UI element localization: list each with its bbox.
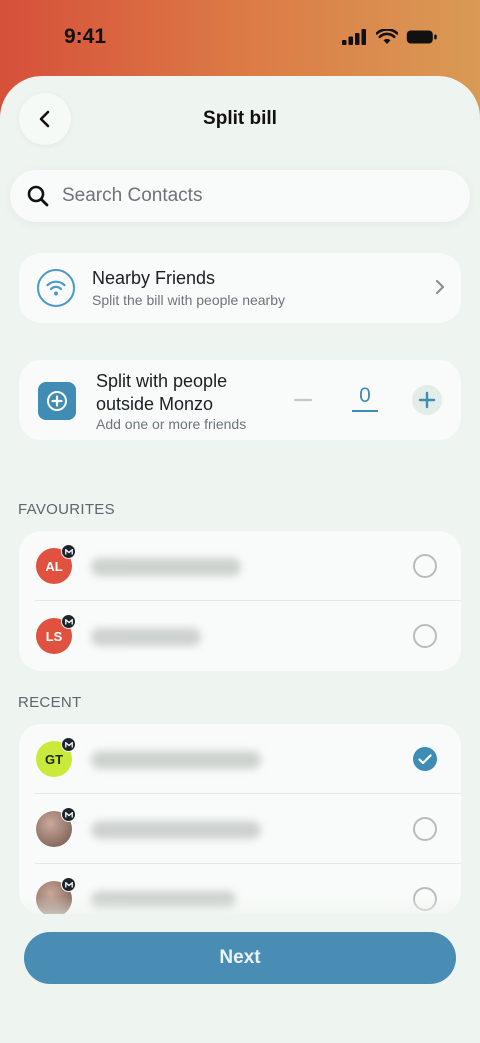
monzo-badge-icon xyxy=(61,737,76,752)
signal-icon xyxy=(342,29,366,45)
favourites-list: AL LS xyxy=(19,531,461,671)
select-radio[interactable] xyxy=(413,817,437,841)
split-outside-monzo-row: Split with people outside Monzo Add one … xyxy=(19,360,461,440)
select-radio[interactable] xyxy=(413,554,437,578)
contact-name-redacted xyxy=(91,628,201,646)
outside-subtitle: Add one or more friends xyxy=(96,416,247,432)
outside-title-line1: Split with people xyxy=(96,371,228,391)
minus-icon xyxy=(293,398,313,402)
contact-row[interactable]: LS xyxy=(19,601,461,671)
status-bar: 9:41 xyxy=(0,0,480,76)
recent-list: GT xyxy=(19,724,461,914)
page-title: Split bill xyxy=(203,108,277,129)
monzo-badge-icon xyxy=(61,544,76,559)
contact-name-redacted xyxy=(91,821,261,839)
contact-row[interactable]: AL xyxy=(19,531,461,601)
favourites-label: FAVOURITES xyxy=(18,501,115,518)
nearby-friends-row[interactable]: Nearby Friends Split the bill with peopl… xyxy=(19,253,461,323)
search-icon xyxy=(27,185,49,207)
monzo-badge-icon xyxy=(61,877,76,892)
search-input[interactable] xyxy=(62,185,442,207)
plus-icon xyxy=(418,391,436,409)
status-icons xyxy=(342,29,438,45)
nearby-wifi-icon xyxy=(37,269,75,307)
select-radio-checked[interactable] xyxy=(413,747,437,771)
monzo-badge-icon xyxy=(61,807,76,822)
outside-title-line2: outside Monzo xyxy=(96,394,214,414)
list-fade xyxy=(0,896,480,926)
nearby-subtitle: Split the bill with people nearby xyxy=(92,292,286,308)
contact-row[interactable] xyxy=(19,794,461,864)
recent-label: RECENT xyxy=(18,694,82,711)
contact-name-redacted xyxy=(91,751,261,769)
checkmark-icon xyxy=(418,753,432,764)
status-time: 9:41 xyxy=(64,25,107,48)
wifi-icon xyxy=(376,29,398,44)
select-radio[interactable] xyxy=(413,624,437,648)
chevron-right-icon xyxy=(435,279,445,295)
monzo-badge-icon xyxy=(61,614,76,629)
nearby-title: Nearby Friends xyxy=(92,268,216,288)
add-person-icon xyxy=(38,382,76,420)
split-bill-sheet: Split bill Nearby Friends Split the bill… xyxy=(0,76,480,1043)
header: Split bill xyxy=(0,76,480,168)
decrement-button[interactable] xyxy=(289,386,317,414)
battery-icon xyxy=(406,30,437,44)
next-button[interactable]: Next xyxy=(24,932,456,984)
contact-row[interactable]: GT xyxy=(19,724,461,794)
contact-name-redacted xyxy=(91,558,241,576)
increment-button[interactable] xyxy=(412,385,442,415)
search-bar[interactable] xyxy=(10,170,470,222)
friends-count[interactable]: 0 xyxy=(352,384,378,412)
